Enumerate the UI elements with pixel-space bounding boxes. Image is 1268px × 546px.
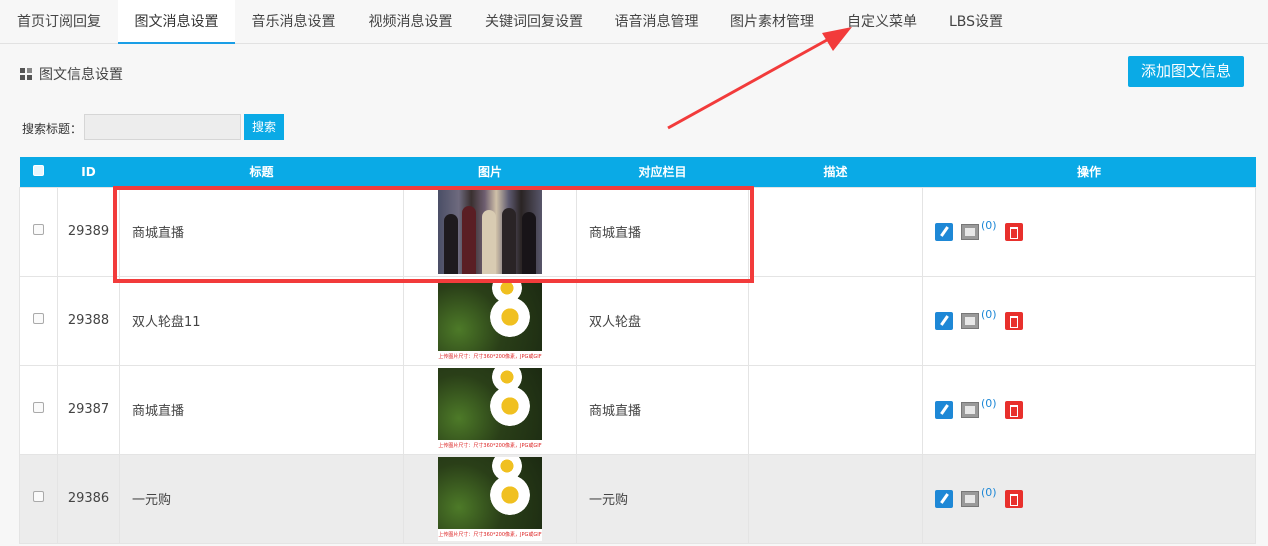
delete-icon[interactable] bbox=[1004, 222, 1023, 241]
row-title: 商城直播 bbox=[119, 186, 404, 277]
edit-icon[interactable] bbox=[935, 489, 953, 508]
row-id: 29386 bbox=[57, 453, 120, 544]
thumbnail-image: 上传图片尺寸：尺寸360*200像素，JPG或GIF bbox=[438, 367, 542, 452]
delete-icon[interactable] bbox=[1004, 311, 1023, 330]
select-all-header bbox=[19, 157, 58, 187]
row-image-cell bbox=[403, 186, 577, 277]
header-ops: 操作 bbox=[922, 157, 1256, 187]
edit-icon[interactable] bbox=[935, 400, 953, 419]
tab-music-settings[interactable]: 音乐消息设置 bbox=[235, 0, 352, 44]
header-desc: 描述 bbox=[748, 157, 923, 187]
delete-icon[interactable] bbox=[1004, 400, 1023, 419]
table-row: 29386 一元购 上传图片尺寸：尺寸360*200像素，JPG或GIF 一元购 bbox=[19, 453, 1256, 544]
page: 首页订阅回复 图文消息设置 音乐消息设置 视频消息设置 关键词回复设置 语音消息… bbox=[0, 0, 1268, 546]
image-caption: 上传图片尺寸：尺寸360*200像素，JPG或GIF bbox=[438, 350, 542, 363]
table-row: 29387 商城直播 上传图片尺寸：尺寸360*200像素，JPG或GIF 商城… bbox=[19, 364, 1256, 455]
image-caption: 上传图片尺寸：尺寸360*200像素，JPG或GIF bbox=[438, 528, 542, 541]
table-row: 29389 商城直播 商城直播 (0) bbox=[19, 186, 1256, 277]
thumbnail-image: 上传图片尺寸：尺寸360*200像素，JPG或GIF bbox=[438, 278, 542, 363]
row-ops: (0) bbox=[922, 186, 1256, 277]
header-image: 图片 bbox=[403, 157, 577, 187]
tab-custom-menu[interactable]: 自定义菜单 bbox=[830, 0, 934, 44]
tab-voice-manage[interactable]: 语音消息管理 bbox=[599, 0, 714, 44]
header-column: 对应栏目 bbox=[576, 157, 749, 187]
row-column: 一元购 bbox=[576, 453, 749, 544]
image-icon[interactable] bbox=[961, 223, 979, 240]
image-caption: 上传图片尺寸：尺寸360*200像素，JPG或GIF bbox=[438, 439, 542, 452]
edit-icon[interactable] bbox=[935, 311, 953, 330]
search-button[interactable]: 搜索 bbox=[244, 114, 284, 140]
section-title: 图文信息设置 bbox=[20, 64, 123, 84]
thumbnail-image: 上传图片尺寸：尺寸360*200像素，JPG或GIF bbox=[438, 456, 542, 541]
image-icon[interactable] bbox=[961, 401, 979, 418]
row-id: 29389 bbox=[57, 186, 120, 277]
section-title-text: 图文信息设置 bbox=[39, 67, 123, 83]
search-input[interactable] bbox=[84, 114, 241, 140]
image-count: (0) bbox=[981, 219, 997, 232]
row-title: 商城直播 bbox=[119, 364, 404, 455]
row-column: 双人轮盘 bbox=[576, 275, 749, 366]
row-select-cell bbox=[19, 453, 58, 544]
row-desc bbox=[748, 453, 923, 544]
row-image-cell: 上传图片尺寸：尺寸360*200像素，JPG或GIF bbox=[403, 275, 577, 366]
row-checkbox[interactable] bbox=[33, 491, 44, 502]
row-checkbox[interactable] bbox=[33, 224, 44, 235]
row-desc bbox=[748, 275, 923, 366]
tab-video-settings[interactable]: 视频消息设置 bbox=[352, 0, 469, 44]
tab-image-assets[interactable]: 图片素材管理 bbox=[714, 0, 830, 44]
row-image-cell: 上传图片尺寸：尺寸360*200像素，JPG或GIF bbox=[403, 453, 577, 544]
select-all-checkbox[interactable] bbox=[33, 164, 44, 176]
image-count: (0) bbox=[981, 486, 997, 499]
tab-keyword-reply[interactable]: 关键词回复设置 bbox=[469, 0, 599, 44]
search-label: 搜索标题： bbox=[22, 122, 83, 136]
thumbnail-image bbox=[438, 189, 542, 274]
image-icon[interactable] bbox=[961, 490, 979, 507]
tab-home-subscribe-reply[interactable]: 首页订阅回复 bbox=[0, 0, 118, 44]
row-select-cell bbox=[19, 364, 58, 455]
row-ops: (0) bbox=[922, 453, 1256, 544]
delete-icon[interactable] bbox=[1004, 489, 1023, 508]
row-ops: (0) bbox=[922, 364, 1256, 455]
image-count: (0) bbox=[981, 397, 997, 410]
news-table: ID 标题 图片 对应栏目 描述 操作 29389 商城直播 商城直播 (0) … bbox=[19, 157, 1256, 544]
row-image-cell: 上传图片尺寸：尺寸360*200像素，JPG或GIF bbox=[403, 364, 577, 455]
tab-lbs-settings[interactable]: LBS设置 bbox=[934, 0, 1018, 44]
row-desc bbox=[748, 364, 923, 455]
header-title: 标题 bbox=[119, 157, 404, 187]
row-checkbox[interactable] bbox=[33, 313, 44, 324]
row-column: 商城直播 bbox=[576, 364, 749, 455]
tab-bar: 首页订阅回复 图文消息设置 音乐消息设置 视频消息设置 关键词回复设置 语音消息… bbox=[0, 0, 1268, 44]
add-news-button[interactable]: 添加图文信息 bbox=[1128, 56, 1244, 87]
row-title: 双人轮盘11 bbox=[119, 275, 404, 366]
row-select-cell bbox=[19, 186, 58, 277]
row-title: 一元购 bbox=[119, 453, 404, 544]
image-count: (0) bbox=[981, 308, 997, 321]
row-select-cell bbox=[19, 275, 58, 366]
row-id: 29387 bbox=[57, 364, 120, 455]
grid-icon bbox=[20, 67, 33, 81]
row-id: 29388 bbox=[57, 275, 120, 366]
table-header-row: ID 标题 图片 对应栏目 描述 操作 bbox=[19, 157, 1256, 187]
image-icon[interactable] bbox=[961, 312, 979, 329]
edit-icon[interactable] bbox=[935, 222, 953, 241]
table-row: 29388 双人轮盘11 上传图片尺寸：尺寸360*200像素，JPG或GIF … bbox=[19, 275, 1256, 366]
header-id: ID bbox=[57, 157, 120, 187]
row-column: 商城直播 bbox=[576, 186, 749, 277]
row-desc bbox=[748, 186, 923, 277]
row-ops: (0) bbox=[922, 275, 1256, 366]
row-checkbox[interactable] bbox=[33, 402, 44, 413]
tab-news-settings[interactable]: 图文消息设置 bbox=[118, 0, 235, 44]
